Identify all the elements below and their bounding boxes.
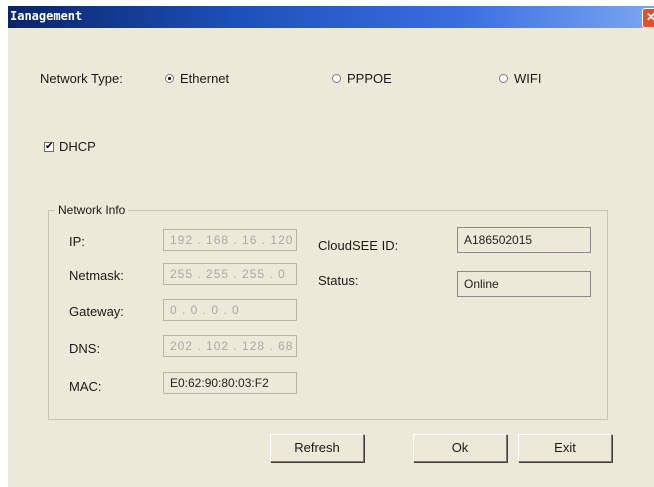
network-info-group: Network Info IP: 192 . 168 . 16 . 120 Ne… [48,203,608,420]
cloudsee-id-label: CloudSEE ID: [318,238,399,253]
window-title: Ianagement [10,9,83,23]
cloudsee-id-field[interactable]: A186502015 [457,227,591,253]
management-dialog: Ianagement ✕ Network Type: Ethernet PPPO… [8,6,654,487]
dhcp-checkbox[interactable]: ✔ DHCP [44,139,96,154]
radio-ethernet-label: Ethernet [180,71,230,86]
checkmark-icon: ✔ [44,140,54,152]
refresh-button[interactable]: Refresh [270,434,364,462]
radio-pppoe-icon [332,74,341,83]
status-field[interactable]: Online [457,271,591,297]
gateway-label: Gateway: [69,304,124,319]
radio-wifi[interactable]: WIFI [499,71,541,86]
network-info-title: Network Info [55,203,129,217]
mac-field[interactable]: E0:62:90:80:03:F2 [163,372,297,394]
ok-button[interactable]: Ok [413,434,507,462]
ip-label: IP: [69,234,85,249]
dns-field[interactable]: 202 . 102 . 128 . 68 [163,335,297,357]
radio-pppoe-label: PPPOE [347,71,392,86]
radio-ethernet-icon [165,74,174,83]
title-bar[interactable]: Ianagement [8,6,654,28]
dns-label: DNS: [69,341,101,356]
ip-field[interactable]: 192 . 168 . 16 . 120 [163,229,297,251]
mac-label: MAC: [69,379,102,394]
close-icon[interactable]: ✕ [642,8,654,28]
dhcp-label: DHCP [59,139,96,154]
radio-wifi-icon [499,74,508,83]
netmask-field[interactable]: 255 . 255 . 255 . 0 [163,263,297,285]
netmask-label: Netmask: [69,268,124,283]
radio-ethernet[interactable]: Ethernet [165,71,229,86]
radio-pppoe[interactable]: PPPOE [332,71,392,86]
status-label: Status: [318,273,359,288]
network-type-label: Network Type: [40,71,123,86]
gateway-field[interactable]: 0 . 0 . 0 . 0 [163,299,297,321]
exit-button[interactable]: Exit [518,434,612,462]
radio-wifi-label: WIFI [514,71,542,86]
